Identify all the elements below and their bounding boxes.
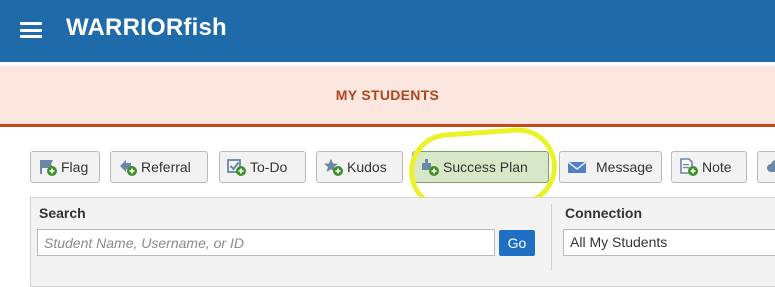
connection-select[interactable]: All My Students [563, 229, 775, 256]
note-label: Note [702, 159, 732, 175]
filter-divider [551, 204, 552, 270]
cloud-icon [764, 157, 775, 177]
success-plan-label: Success Plan [443, 159, 528, 175]
note-add-icon [678, 157, 700, 177]
message-label: Message [596, 159, 653, 175]
menu-icon[interactable] [20, 22, 42, 38]
flag-label: Flag [61, 159, 89, 175]
page-title: MY STUDENTS [335, 87, 440, 103]
page-banner: MY STUDENTS [0, 66, 775, 127]
todo-button[interactable]: To-Do [219, 151, 306, 183]
search-input[interactable] [37, 229, 495, 256]
app-title[interactable]: WARRIORfish [66, 14, 227, 42]
more-actions-button[interactable] [757, 151, 775, 183]
connection-selected-value: All My Students [570, 234, 668, 250]
success-plan-add-icon [419, 157, 441, 177]
referral-button[interactable]: Referral [110, 151, 208, 183]
todo-add-icon [226, 157, 248, 177]
flag-button[interactable]: Flag [30, 151, 100, 183]
app-header: WARRIORfish [0, 0, 775, 62]
kudos-label: Kudos [347, 159, 387, 175]
flag-add-icon [37, 157, 59, 177]
success-plan-button[interactable]: Success Plan [412, 151, 549, 183]
filter-panel: Search Go Connection All My Students [30, 197, 775, 287]
referral-label: Referral [141, 159, 191, 175]
note-button[interactable]: Note [671, 151, 747, 183]
connection-label: Connection [565, 205, 642, 221]
referral-add-icon [117, 157, 139, 177]
go-button[interactable]: Go [499, 230, 535, 256]
action-toolbar: Flag Referral To-Do Kudos Success Plan M… [30, 151, 775, 185]
kudos-button[interactable]: Kudos [316, 151, 403, 183]
search-label: Search [39, 205, 86, 221]
kudos-add-icon [323, 157, 345, 177]
envelope-icon [566, 157, 590, 177]
todo-label: To-Do [250, 159, 288, 175]
message-button[interactable]: Message [559, 151, 662, 183]
